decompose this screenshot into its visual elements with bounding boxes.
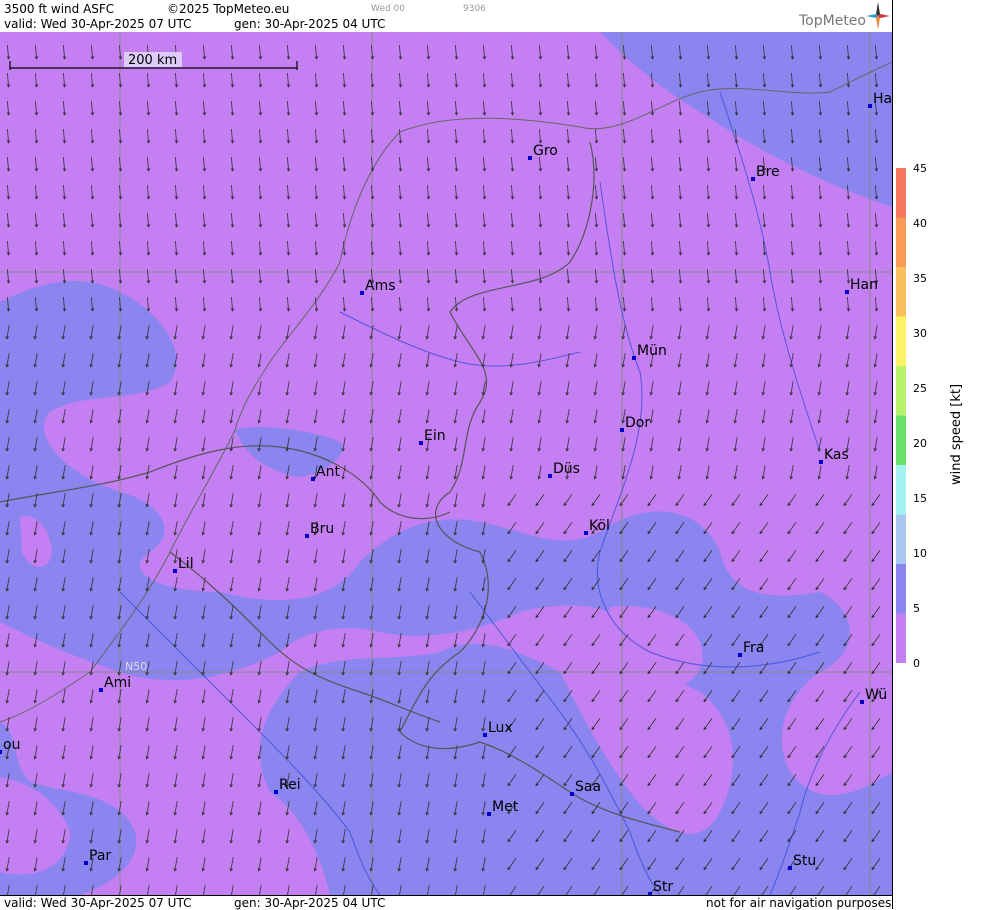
city-label: Mün <box>637 343 667 359</box>
city-label: Köl <box>589 518 610 534</box>
city-label: Kas <box>824 447 849 463</box>
city-label: Str <box>653 879 673 895</box>
city-dot <box>632 356 636 360</box>
city-dot <box>0 750 2 754</box>
city-label: Bru <box>310 521 334 537</box>
valid-time: valid: Wed 30-Apr-2025 07 UTC <box>4 17 192 31</box>
wind-speed-legend: 45 40 35 30 25 20 15 10 5 0 wind speed [kt] <box>892 0 983 909</box>
footer-gen-time: gen: 30-Apr-2025 04 UTC <box>234 896 386 910</box>
city-marker: Bre <box>751 164 780 181</box>
scale-label: 200 km <box>128 53 177 68</box>
map-footer: valid: Wed 30-Apr-2025 07 UTC gen: 30-Ap… <box>0 895 892 910</box>
city-label: ou <box>3 737 20 753</box>
city-label: Dor <box>625 415 650 431</box>
city-dot <box>751 177 755 181</box>
city-label: Lux <box>488 720 513 736</box>
legend-tick-label: 40 <box>913 217 927 230</box>
disclaimer: not for air navigation purposes <box>706 896 892 910</box>
city-dot <box>528 156 532 160</box>
city-marker: Lux <box>483 720 513 737</box>
city-marker: ou <box>0 737 20 754</box>
map-header: 3500 ft wind ASFC ©2025 TopMeteo.eu Wed … <box>0 0 892 32</box>
gen-time: gen: 30-Apr-2025 04 UTC <box>234 17 386 31</box>
city-marker: Par <box>84 848 111 865</box>
city-marker: Mün <box>632 343 667 360</box>
city-marker: Kas <box>819 447 849 464</box>
city-dot <box>845 290 849 294</box>
city-label: Lil <box>178 556 194 572</box>
city-marker: Dor <box>620 415 650 432</box>
city-label: Ami <box>104 675 131 691</box>
city-label: Stu <box>793 853 816 869</box>
legend-title: wind speed [kt] <box>949 383 964 485</box>
city-marker: Düs <box>548 461 580 478</box>
city-label: Fra <box>743 640 764 656</box>
legend-tick-label: 10 <box>913 547 927 560</box>
city-marker: Gro <box>528 143 558 160</box>
city-label: Ant <box>316 464 340 480</box>
city-dot <box>419 441 423 445</box>
city-dot <box>868 104 872 108</box>
city-marker: Ant <box>311 464 340 481</box>
footer-valid-time: valid: Wed 30-Apr-2025 07 UTC <box>4 896 192 910</box>
city-marker: Ami <box>99 675 131 692</box>
product-title: 3500 ft wind ASFC <box>4 2 115 16</box>
city-label: Bre <box>756 164 780 180</box>
city-dot <box>360 291 364 295</box>
time-slot: Wed 00 <box>371 4 405 14</box>
legend-tick-label: 20 <box>913 437 927 450</box>
city-label: Wü <box>865 687 887 703</box>
legend-tick-label: 0 <box>913 657 920 670</box>
copyright: ©2025 TopMeteo.eu <box>167 2 290 16</box>
city-dot <box>305 534 309 538</box>
city-label: Han <box>850 277 878 293</box>
city-dot <box>483 733 487 737</box>
grid-lat-label: N50 <box>125 660 147 673</box>
city-label: Rei <box>279 777 301 793</box>
city-label: Saa <box>575 779 601 795</box>
city-label: Met <box>492 799 519 815</box>
city-dot <box>620 428 624 432</box>
city-dot <box>860 700 864 704</box>
run-code: 9306 <box>463 4 486 14</box>
city-dot <box>788 866 792 870</box>
legend-tick-label: 30 <box>913 327 927 340</box>
city-marker: Met <box>487 799 519 816</box>
city-marker: Saa <box>570 779 601 796</box>
city-dot <box>99 688 103 692</box>
legend-tick-label: 15 <box>913 492 927 505</box>
city-dot <box>274 790 278 794</box>
city-marker: Stu <box>788 853 816 870</box>
city-dot <box>311 477 315 481</box>
legend-tick-label: 35 <box>913 272 927 285</box>
legend-tick-label: 5 <box>913 602 920 615</box>
city-label: Gro <box>533 143 558 159</box>
city-label: Ha <box>873 91 892 107</box>
city-marker: Ams <box>360 278 396 295</box>
city-dot <box>487 812 491 816</box>
legend-tick-label: 25 <box>913 382 927 395</box>
city-dot <box>548 474 552 478</box>
wind-map[interactable]: 200 km N50 Ha Gro Bre Ams Han Mün Ein Dor Ant Düs… <box>0 32 892 895</box>
legend-color-bar <box>896 168 906 663</box>
city-label: Ams <box>365 278 396 294</box>
legend-tick-label: 45 <box>913 162 927 175</box>
compass-logo-icon <box>866 2 890 30</box>
wind-map-canvas: 200 km N50 Ha Gro Bre Ams Han Mün Ein Dor Ant Düs… <box>0 32 892 895</box>
brand-logo-text: TopMeteo <box>799 13 866 29</box>
city-marker: Han <box>845 277 878 294</box>
city-label: Par <box>89 848 111 864</box>
city-dot <box>584 531 588 535</box>
city-label: Düs <box>553 461 580 477</box>
city-dot <box>173 569 177 573</box>
city-dot <box>84 861 88 865</box>
city-dot <box>819 460 823 464</box>
city-marker: Wü <box>860 687 887 704</box>
city-dot <box>570 792 574 796</box>
city-label: Ein <box>424 428 446 444</box>
city-marker: Bru <box>305 521 334 538</box>
city-dot <box>738 653 742 657</box>
